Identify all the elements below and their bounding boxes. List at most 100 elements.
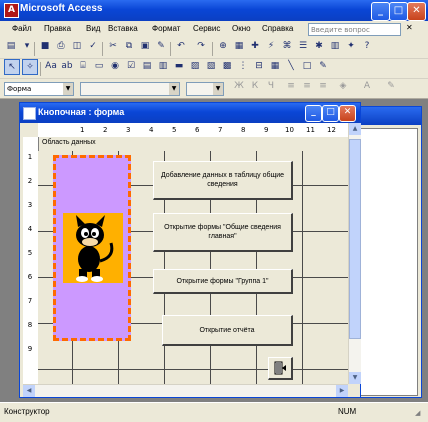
properties-icon[interactable]: ☰ <box>296 39 310 53</box>
print-icon[interactable]: ⎙ <box>54 39 68 53</box>
exit-button[interactable] <box>268 357 293 380</box>
cat-picture[interactable] <box>63 213 123 283</box>
unbound-frame-icon[interactable]: ▧ <box>204 59 218 73</box>
ruler-tick: 2 <box>103 126 108 134</box>
format-painter-icon[interactable]: ✎ <box>154 39 168 53</box>
font-color-icon[interactable]: A <box>360 79 374 93</box>
list-box-icon[interactable]: ▥ <box>156 59 170 73</box>
hyperlink-icon[interactable]: ⊕ <box>216 39 230 53</box>
menu-window[interactable]: Окно <box>232 24 251 33</box>
close-button[interactable]: ✕ <box>407 2 426 21</box>
page-break-icon[interactable]: ⋮ <box>236 59 250 73</box>
add-data-button[interactable]: Добавление данных в таблицу общие сведен… <box>153 161 293 200</box>
option-group-icon[interactable]: ⌸ <box>76 59 90 73</box>
detail-section-header[interactable]: Область данных <box>38 137 348 152</box>
toolbox-icon[interactable]: ✚ <box>248 39 262 53</box>
menu-tools[interactable]: Сервис <box>193 24 220 33</box>
dropdown-arrow-icon[interactable]: ▾ <box>20 39 34 53</box>
background-window-title-bar[interactable] <box>357 107 421 125</box>
background-window[interactable] <box>356 106 422 398</box>
resize-grip-icon[interactable]: ◢ <box>415 409 420 417</box>
control-wizards-icon[interactable]: ✧ <box>22 59 38 75</box>
menu-format[interactable]: Формат <box>152 24 180 33</box>
spelling-icon[interactable]: ✓ <box>86 39 100 53</box>
build-icon[interactable]: ✱ <box>312 39 326 53</box>
subform-icon[interactable]: ▦ <box>268 59 282 73</box>
scroll-up-icon[interactable]: ▲ <box>349 123 361 135</box>
line-icon[interactable]: ╲ <box>284 59 298 73</box>
vertical-ruler[interactable]: 1 2 3 4 5 6 7 8 9 <box>23 137 39 384</box>
standard-toolbar: ▤ ▾ ■ ⎙ ◫ ✓ ✂ ⧉ ▣ ✎ ↶ ↷ ⊕ ▦ ✚ ⚡ ⌘ ☰ ✱ ▥ … <box>0 39 428 59</box>
copy-icon[interactable]: ⧉ <box>122 39 136 53</box>
combo-box-icon[interactable]: ▤ <box>140 59 154 73</box>
scroll-left-icon[interactable]: ◀ <box>23 385 35 397</box>
open-group-form-button[interactable]: Открытие формы "Группа 1" <box>153 269 293 294</box>
cut-icon[interactable]: ✂ <box>106 39 120 53</box>
toggle-button-icon[interactable]: ▭ <box>92 59 106 73</box>
horizontal-ruler[interactable]: 1 2 3 4 5 6 7 8 9 10 11 12 <box>38 123 348 138</box>
form-design-window[interactable]: Кнопочная : форма _ □ ✕ 1 2 3 4 5 6 7 8 … <box>19 102 361 398</box>
more-controls-icon[interactable]: ✎ <box>316 59 330 73</box>
bound-frame-icon[interactable]: ▩ <box>220 59 234 73</box>
form-selector[interactable] <box>23 123 38 137</box>
new-object-icon[interactable]: ✦ <box>344 39 358 53</box>
open-main-form-button[interactable]: Открытие формы "Общие сведения главная" <box>153 213 293 252</box>
paste-icon[interactable]: ▣ <box>138 39 152 53</box>
doc-close-icon[interactable]: ✕ <box>406 23 413 32</box>
font-combo[interactable]: ▼ <box>80 82 180 96</box>
rectangle-icon[interactable]: □ <box>300 59 314 73</box>
help-icon[interactable]: ? <box>360 39 374 53</box>
underline-icon[interactable]: Ч <box>264 79 278 93</box>
form-minimize-button[interactable]: _ <box>305 105 322 122</box>
help-question-input[interactable]: Введите вопрос <box>308 23 401 36</box>
select-objects-icon[interactable]: ↖ <box>4 59 20 75</box>
align-center-icon[interactable]: ≡ <box>300 79 314 93</box>
scroll-right-icon[interactable]: ▶ <box>336 385 348 397</box>
code-icon[interactable]: ⌘ <box>280 39 294 53</box>
option-button-icon[interactable]: ◉ <box>108 59 122 73</box>
vertical-scrollbar[interactable]: ▲ ▼ <box>348 123 361 384</box>
view-icon[interactable]: ▤ <box>4 39 18 53</box>
bold-icon[interactable]: Ж <box>232 79 246 93</box>
form-design-canvas[interactable]: Добавление данных в таблицу общие сведен… <box>38 151 348 384</box>
menu-view[interactable]: Вид <box>86 24 100 33</box>
image-icon[interactable]: ▨ <box>188 59 202 73</box>
form-title-bar[interactable]: Кнопочная : форма _ □ ✕ <box>20 103 360 123</box>
autoformat-icon[interactable]: ⚡ <box>264 39 278 53</box>
save-icon[interactable]: ■ <box>38 39 52 53</box>
menu-insert[interactable]: Вставка <box>108 24 138 33</box>
undo-icon[interactable]: ↶ <box>174 39 188 53</box>
vertical-scroll-thumb[interactable] <box>349 139 361 339</box>
line-color-icon[interactable]: ✎ <box>384 79 398 93</box>
object-combo[interactable]: Форма ▼ <box>4 82 74 96</box>
open-report-button[interactable]: Открытие отчёта <box>162 315 293 346</box>
chevron-down-icon[interactable]: ▼ <box>63 83 73 95</box>
textbox-icon[interactable]: ab <box>60 59 74 73</box>
chevron-down-icon[interactable]: ▼ <box>169 83 179 95</box>
align-right-icon[interactable]: ≡ <box>316 79 330 93</box>
minimize-button[interactable]: _ <box>371 2 390 21</box>
field-list-icon[interactable]: ▦ <box>232 39 246 53</box>
tab-control-icon[interactable]: ⊟ <box>252 59 266 73</box>
preview-icon[interactable]: ◫ <box>70 39 84 53</box>
menu-edit[interactable]: Правка <box>44 24 71 33</box>
maximize-button[interactable]: □ <box>389 2 408 21</box>
label-icon[interactable]: Aa <box>44 59 58 73</box>
database-window-icon[interactable]: ▥ <box>328 39 342 53</box>
horizontal-scrollbar[interactable]: ◀ ▶ <box>23 384 348 397</box>
access-app-icon[interactable]: A <box>4 3 19 18</box>
redo-icon[interactable]: ↷ <box>194 39 208 53</box>
chevron-down-icon[interactable]: ▼ <box>213 83 223 95</box>
fill-color-icon[interactable]: ◈ <box>336 79 350 93</box>
ruler-tick: 1 <box>80 126 85 134</box>
italic-icon[interactable]: К <box>248 79 262 93</box>
form-close-button[interactable]: ✕ <box>339 105 356 122</box>
menu-help[interactable]: Справка <box>262 24 293 33</box>
font-size-combo[interactable]: ▼ <box>186 82 224 96</box>
command-button-icon[interactable]: ▬ <box>172 59 186 73</box>
align-left-icon[interactable]: ≡ <box>284 79 298 93</box>
scroll-down-icon[interactable]: ▼ <box>349 372 361 384</box>
form-maximize-button[interactable]: □ <box>322 105 339 122</box>
menu-file[interactable]: Файл <box>12 24 32 33</box>
checkbox-icon[interactable]: ☑ <box>124 59 138 73</box>
